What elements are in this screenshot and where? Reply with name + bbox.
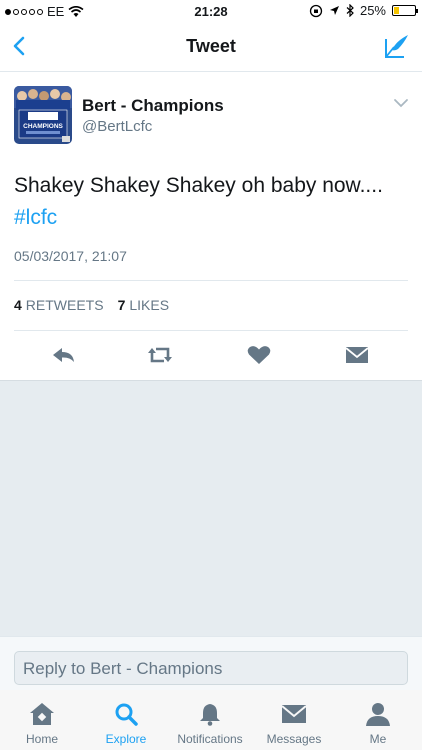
divider: [14, 280, 408, 281]
bell-icon: [200, 704, 220, 726]
search-icon: [115, 703, 138, 726]
tweet-actions: [0, 340, 422, 370]
status-bar: EE 21:28 25%: [0, 0, 422, 22]
avatar[interactable]: CHAMPIONS: [14, 86, 72, 144]
tab-home[interactable]: Home: [0, 702, 84, 746]
divider: [14, 330, 408, 331]
retweets-label[interactable]: RETWEETS: [26, 297, 104, 313]
reply-icon[interactable]: [51, 344, 77, 366]
tab-messages[interactable]: Messages: [252, 702, 336, 746]
page-title: Tweet: [186, 36, 236, 56]
tweet-header: CHAMPIONS Bert - Champions @BertLcfc: [14, 86, 410, 146]
status-right: 25%: [309, 3, 418, 18]
retweets-count[interactable]: 4: [14, 297, 22, 313]
likes-count[interactable]: 7: [118, 297, 126, 313]
like-heart-icon[interactable]: [246, 344, 272, 366]
author-name[interactable]: Bert - Champions: [82, 96, 224, 116]
svg-text:CHAMPIONS: CHAMPIONS: [23, 123, 63, 130]
tweet-stats: 4 RETWEETS 7 LIKES: [14, 297, 169, 313]
envelope-icon: [281, 705, 307, 723]
direct-message-icon[interactable]: [344, 344, 370, 366]
chevron-down-icon[interactable]: [392, 96, 410, 110]
rotation-lock-icon: [309, 4, 323, 17]
likes-label[interactable]: LIKES: [129, 297, 169, 313]
tab-me-label: Me: [369, 732, 387, 746]
battery-percent: 25%: [359, 3, 386, 18]
tab-notifications-label: Notifications: [177, 732, 243, 746]
hashtag-link[interactable]: #lcfc: [14, 202, 408, 234]
profile-icon: [366, 703, 390, 726]
navigation-bar: Tweet: [0, 22, 422, 72]
compose-feather-icon[interactable]: [382, 31, 412, 61]
tab-me[interactable]: Me: [336, 702, 420, 746]
location-arrow-icon: [329, 6, 339, 15]
home-icon: [30, 703, 54, 725]
retweet-icon[interactable]: [147, 344, 173, 366]
tab-notifications[interactable]: Notifications: [168, 702, 252, 746]
tweet-text: Shakey Shakey Shakey oh baby now.... #lc…: [14, 170, 408, 234]
tweet-body: Shakey Shakey Shakey oh baby now....: [14, 174, 383, 197]
tab-explore-label: Explore: [105, 732, 147, 746]
tab-home-label: Home: [25, 732, 58, 746]
reply-input[interactable]: Reply to Bert - Champions: [14, 651, 408, 685]
reply-bar: Reply to Bert - Champions: [0, 636, 422, 690]
tab-explore[interactable]: Explore: [84, 702, 168, 746]
tweet-timestamp: 05/03/2017, 21:07: [14, 248, 127, 264]
empty-replies-area: [0, 380, 422, 636]
tab-messages-label: Messages: [266, 732, 322, 746]
tab-bar: Home Explore Notifications Messages Me: [0, 690, 422, 750]
bluetooth-icon: [346, 4, 354, 17]
author-handle[interactable]: @BertLcfc: [82, 118, 152, 135]
battery-icon: [392, 5, 418, 16]
